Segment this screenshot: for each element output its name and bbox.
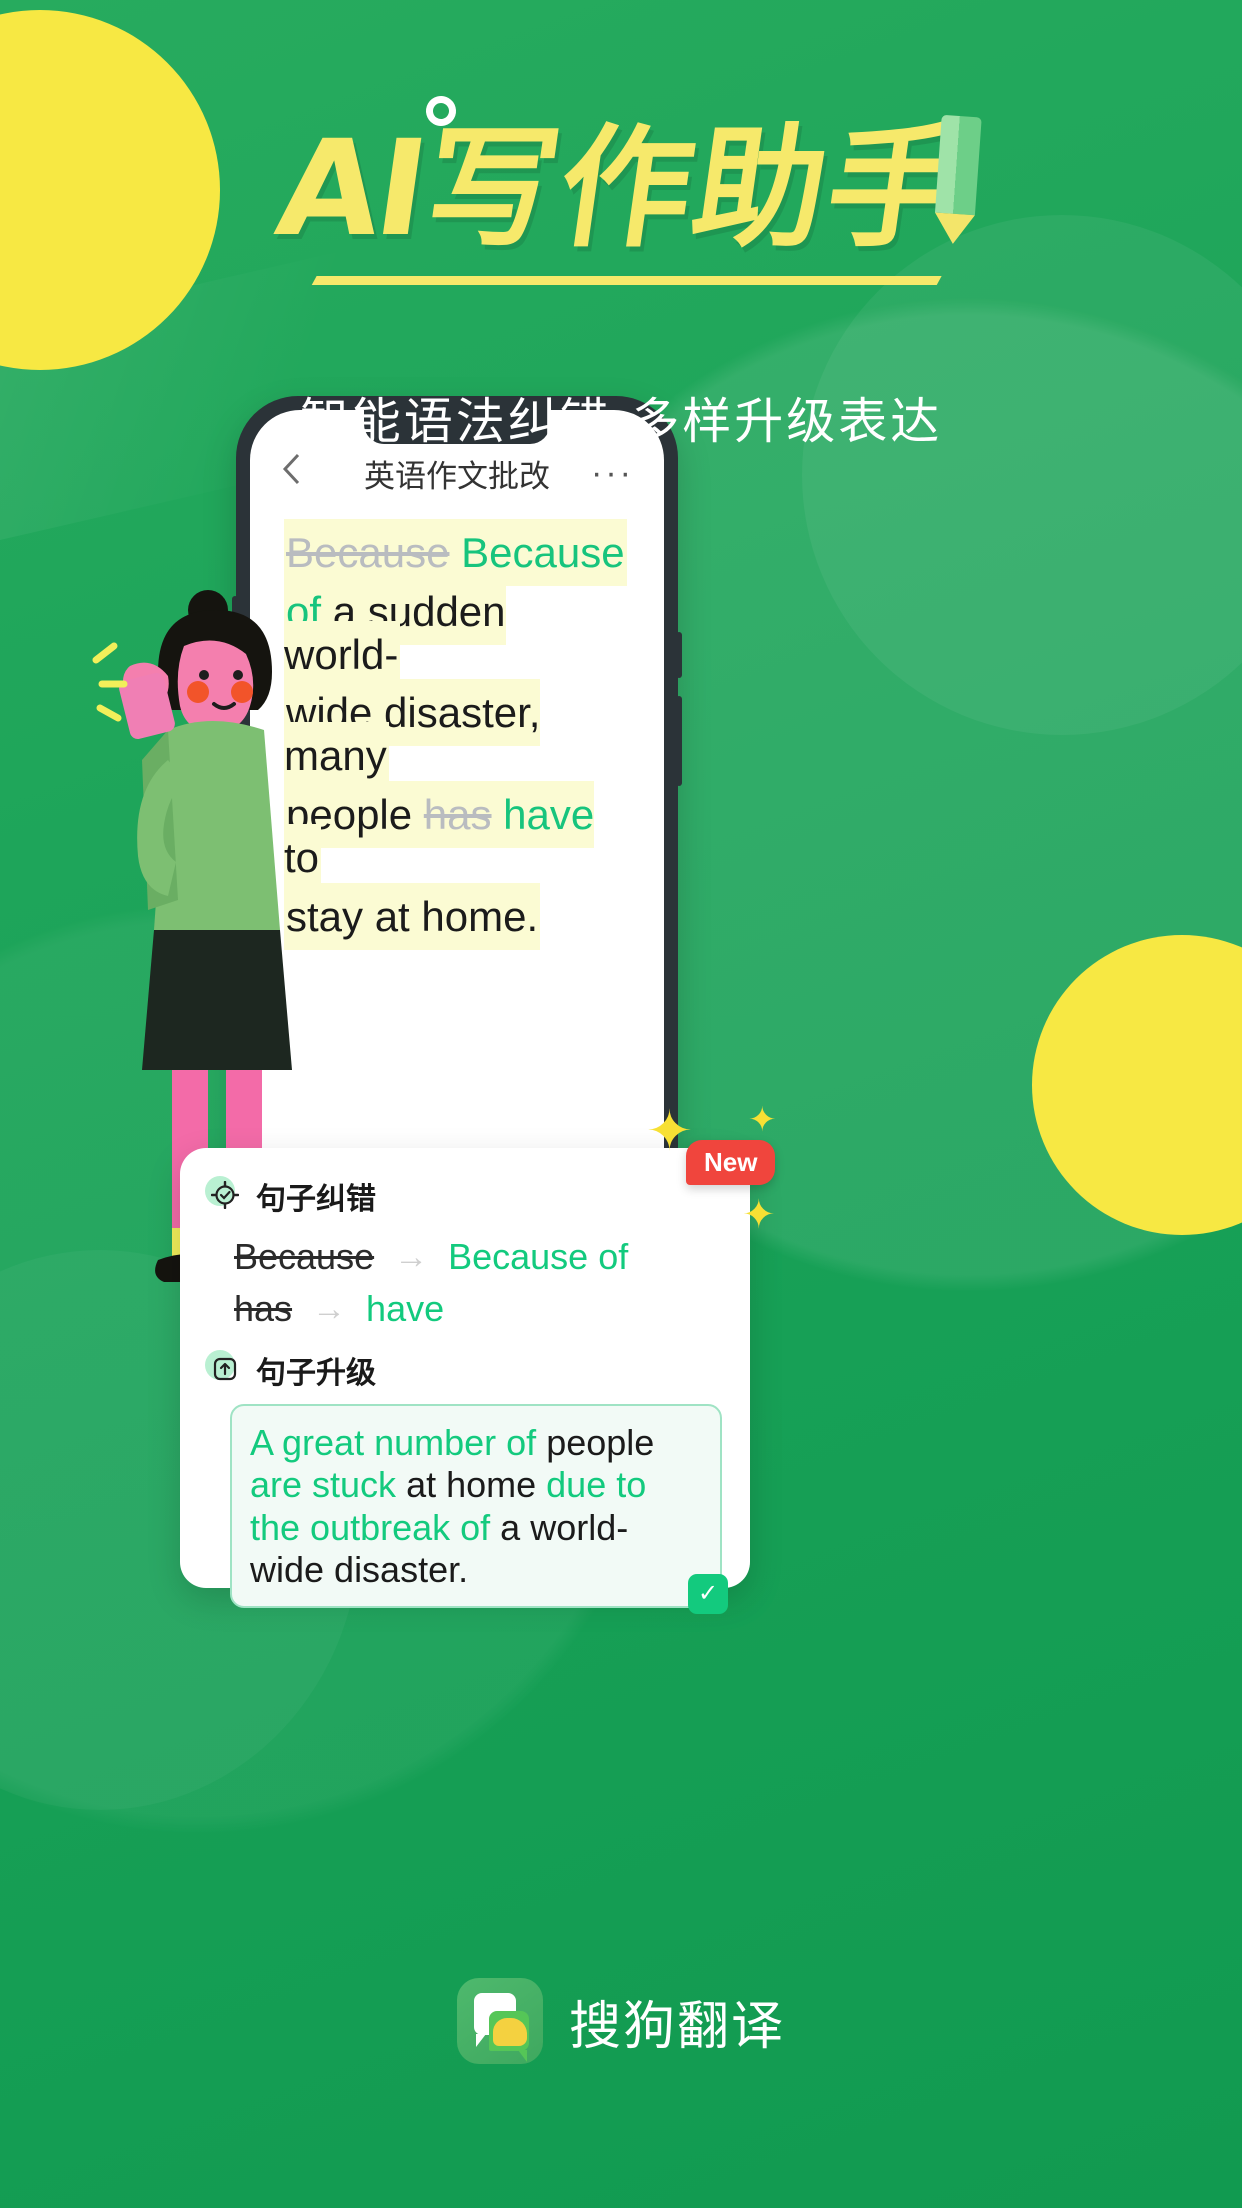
correction-section-header: 句子纠错 (205, 1174, 722, 1218)
upgrade-green-text: the outbreak of (250, 1506, 501, 1548)
headline-cn-text: 写作助手 (415, 112, 974, 266)
poster-subtitle: 智能语法纠错 多样升级表达 (299, 393, 943, 450)
upgrade-green-text: due to (546, 1464, 647, 1506)
upgrade-plain-text: people (546, 1422, 655, 1463)
upgrade-line: are stuck at home due to (250, 1464, 702, 1506)
headline-underline (312, 275, 943, 285)
suggestion-card: 句子纠错 Because → Because of has → have 句子升… (180, 1148, 750, 1614)
phone-power-button[interactable] (676, 632, 682, 678)
sparkle-icon: ✦ (742, 1193, 776, 1237)
correction-suggestion: Because of (448, 1236, 629, 1277)
headline-ai-text: AI (268, 112, 434, 266)
upgrade-line: A great number of people (250, 1422, 702, 1464)
upgrade-line: wide disaster. (250, 1549, 702, 1591)
correction-original: Because (234, 1236, 375, 1277)
correction-section-title: 句子纠错 (256, 1182, 376, 1217)
phone-side-button[interactable] (676, 696, 682, 786)
upgrade-section-header: 句子升级 (205, 1348, 722, 1392)
target-check-icon (205, 1176, 242, 1213)
upload-box-icon (205, 1350, 242, 1387)
deleted-word: Because (286, 529, 450, 576)
brand-name: 搜狗翻译 (568, 1996, 785, 2057)
correction-row: has → have (234, 1288, 722, 1330)
upgraded-sentence-box[interactable]: A great number of people are stuck at ho… (230, 1404, 728, 1614)
upgrade-green-text: are stuck (250, 1464, 407, 1506)
upgrade-plain-text: wide disaster. (250, 1549, 469, 1591)
sogou-logo-icon (456, 1978, 543, 2064)
upgrade-line: the outbreak of a world- (250, 1507, 702, 1549)
correction-original: has (234, 1288, 293, 1329)
footer-brand: 搜狗翻译 (0, 1978, 1242, 2064)
arrow-right-icon: → (394, 1237, 429, 1276)
arrow-right-icon: → (312, 1289, 347, 1328)
accept-suggestion-button[interactable]: ✓ (688, 1573, 728, 1614)
correction-row: Because → Because of (234, 1236, 722, 1278)
upgrade-plain-text: at home (406, 1464, 547, 1506)
chevron-left-icon (282, 453, 300, 484)
inserted-word: have (491, 791, 595, 839)
upgrade-section-title: 句子升级 (256, 1356, 376, 1391)
pencil-icon (933, 114, 983, 246)
poster-headline: AI写作助手 (269, 92, 983, 285)
correction-list: Because → Because of has → have (234, 1236, 722, 1330)
sparkle-icon: ✦ (748, 1101, 777, 1139)
inserted-word: Because (449, 529, 625, 576)
upgrade-plain-text: a world- (500, 1506, 629, 1548)
back-button[interactable] (280, 451, 330, 496)
page-title: 英语作文批改 (364, 458, 550, 495)
headline-area: AI写作助手 (0, 92, 1242, 285)
correction-suggestion: have (366, 1288, 445, 1329)
deleted-word: has (423, 791, 492, 839)
new-badge: New (686, 1140, 776, 1185)
more-button[interactable]: ··· (584, 454, 634, 493)
essay-line: Because Because (284, 519, 630, 586)
upgrade-green-text: A great number of (250, 1422, 547, 1463)
